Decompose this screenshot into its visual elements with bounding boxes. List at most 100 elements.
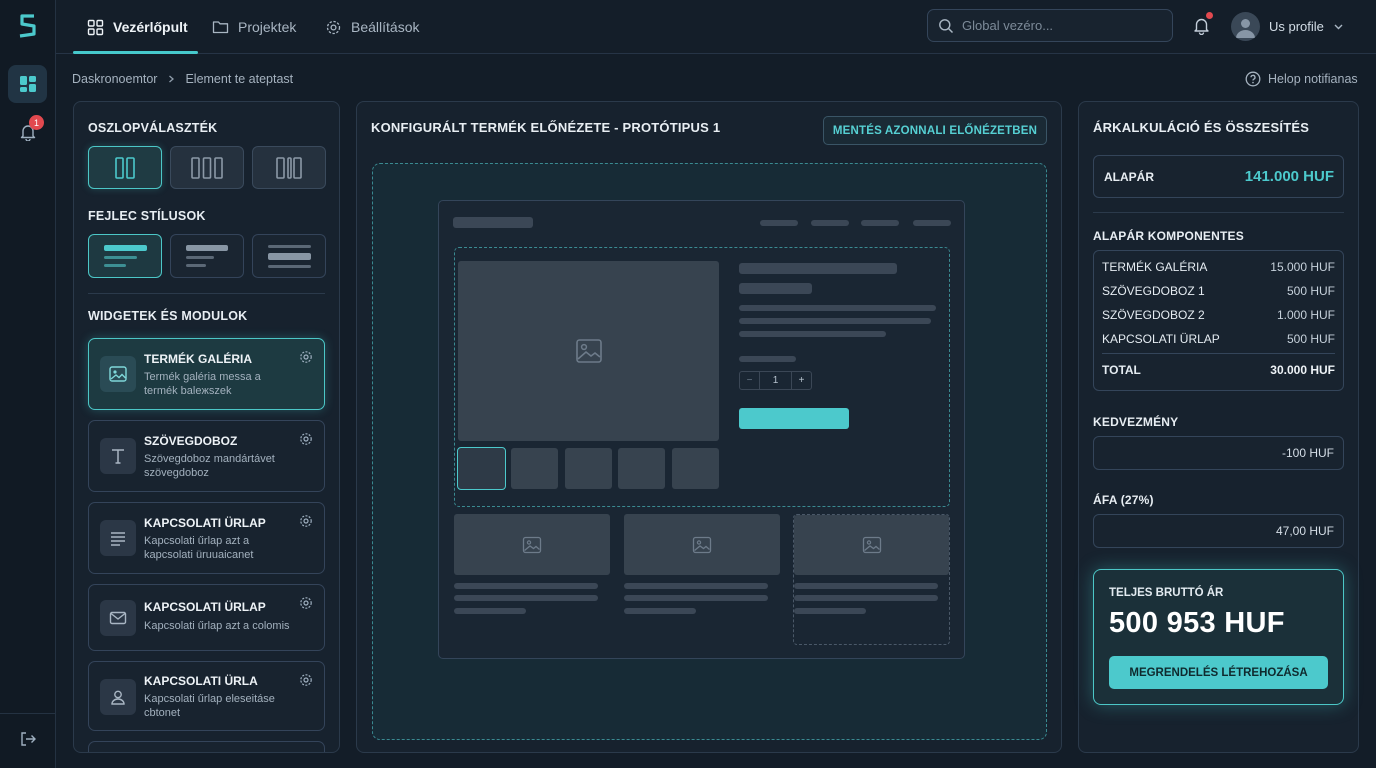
discount-field[interactable]: -100 HUF bbox=[1093, 436, 1344, 470]
chevron-right-icon bbox=[169, 75, 175, 83]
base-price-card: ALAPÁR 141.000 HUF bbox=[1093, 155, 1344, 198]
dashboard-rail-button[interactable] bbox=[8, 65, 47, 103]
mock-thumb bbox=[565, 448, 612, 489]
widget-title: SZÖVEGDOBOZ bbox=[144, 434, 238, 448]
widget-icon-box bbox=[100, 679, 136, 715]
divider bbox=[1093, 212, 1344, 213]
qty-minus: − bbox=[746, 375, 753, 386]
avatar bbox=[1231, 11, 1260, 41]
mock-qty-label bbox=[739, 356, 796, 362]
image-placeholder-icon bbox=[862, 536, 881, 554]
sidebar-columns-icon bbox=[276, 156, 302, 179]
mock-nav-item bbox=[760, 220, 798, 226]
components-title: ALAPÁR KOMPONENTES bbox=[1093, 229, 1244, 243]
mock-text-line bbox=[739, 331, 886, 337]
tab-settings[interactable]: Beállítások bbox=[325, 0, 419, 54]
tab-projects[interactable]: Projektek bbox=[212, 0, 296, 54]
base-price-value: 141.000 HUF bbox=[1244, 168, 1334, 185]
component-value: 500 HUF bbox=[1286, 332, 1335, 346]
active-tab-indicator bbox=[73, 51, 198, 54]
mock-thumb bbox=[511, 448, 558, 489]
image-placeholder-icon bbox=[692, 536, 712, 553]
widget-contact-form-user[interactable]: KAPCSOLATI ÜRLA Kapcsolati űrlap eleseit… bbox=[88, 661, 325, 731]
component-value: 500 HUF bbox=[1286, 284, 1335, 298]
grid-icon bbox=[87, 19, 104, 35]
component-row: TERMÉK GALÉRIA 15.000 HUF bbox=[1102, 260, 1335, 274]
sidebar-column-option[interactable] bbox=[252, 146, 326, 189]
header-styles-title: FEJLEC STÍLUSOK bbox=[88, 209, 206, 223]
header-style-3[interactable] bbox=[252, 234, 326, 278]
mock-text-line bbox=[739, 318, 931, 324]
widget-product-gallery[interactable]: TERMÉK GALÉRIA Termék galéria messa a te… bbox=[88, 338, 325, 410]
profile-label: Us profile bbox=[1269, 18, 1324, 34]
three-column-option[interactable] bbox=[170, 146, 244, 189]
widget-icon-box bbox=[100, 356, 136, 392]
component-row: SZÖVEGDOBOZ 1 500 HUF bbox=[1102, 284, 1335, 298]
mock-thumb bbox=[618, 448, 665, 489]
create-order-button[interactable]: MEGRENDELÉS LÉTREHOZÁSA bbox=[1109, 656, 1328, 689]
help-label: Helop notifianas bbox=[1268, 72, 1358, 86]
widget-icon-box bbox=[100, 520, 136, 556]
widget-title: KAPCSOLATI ÜRLAP bbox=[144, 600, 266, 614]
side-rail: 1 bbox=[0, 0, 56, 768]
mock-nav-item bbox=[913, 220, 951, 226]
component-row: KAPCSOLATI ÜRLAP 500 HUF bbox=[1102, 332, 1335, 346]
component-row: SZÖVEGDOBOZ 2 1.000 HUF bbox=[1102, 308, 1335, 322]
widget-contact-form-mail[interactable]: KAPCSOLATI ÜRLAP Kapcsolati űrlap azt a … bbox=[88, 584, 325, 651]
global-search[interactable] bbox=[927, 9, 1173, 42]
widgets-title: WIDGETEK ÉS MODULOK bbox=[88, 309, 248, 323]
mock-nav-item bbox=[811, 220, 849, 226]
mail-icon bbox=[109, 611, 127, 625]
mock-text-line bbox=[454, 608, 526, 614]
mock-card-image bbox=[624, 514, 780, 575]
header-style-1[interactable] bbox=[88, 234, 162, 278]
total-divider bbox=[1102, 353, 1335, 354]
help-link[interactable]: Helop notifianas bbox=[1245, 70, 1358, 88]
widget-description: Szövegdoboz mandártávet szövegdoboz bbox=[144, 453, 275, 479]
profile-menu[interactable]: Us profile bbox=[1231, 11, 1344, 41]
product-mockup: − 1 + bbox=[438, 200, 965, 659]
header-style-2[interactable] bbox=[170, 234, 244, 278]
form-icon bbox=[111, 532, 125, 546]
header-style-bar bbox=[268, 244, 311, 248]
vat-field[interactable]: 47,00 HUF bbox=[1093, 514, 1344, 548]
gear-icon[interactable] bbox=[299, 514, 313, 528]
widget-description: Kapcsolati űrlap eleseitáse cbtonet bbox=[144, 693, 275, 719]
tab-label: Projektek bbox=[238, 19, 297, 35]
breadcrumb-item[interactable]: Daskronoemtor bbox=[72, 72, 157, 86]
search-input[interactable] bbox=[962, 18, 1162, 33]
gross-total-card: TELJES BRUTTÓ ÁR 500 953 HUF MEGRENDELÉS… bbox=[1093, 569, 1344, 705]
two-column-option[interactable] bbox=[88, 146, 162, 189]
header-style-bar bbox=[104, 264, 126, 267]
gear-icon[interactable] bbox=[299, 596, 313, 610]
tab-label: Beállítások bbox=[351, 19, 420, 35]
image-placeholder-icon bbox=[522, 536, 542, 553]
gear-icon[interactable] bbox=[299, 432, 313, 446]
gear-icon bbox=[326, 20, 341, 34]
widget-description: Kapcsolati űrlap azt a kapcsolati üruuai… bbox=[144, 535, 254, 561]
preview-title: KONFIGURÁLT TERMÉK ELŐNÉZETE - PROTÓTIPU… bbox=[371, 120, 721, 135]
qty-plus: + bbox=[798, 375, 805, 386]
mock-thumb bbox=[672, 448, 719, 489]
save-preview-button[interactable]: MENTÉS AZONNALI ELŐNÉZETBEN bbox=[823, 116, 1047, 145]
tab-dashboard[interactable]: Vezérlőpult bbox=[87, 0, 188, 54]
widget-text-box[interactable]: SZÖVEGDOBOZ Szövegdoboz mandártávet szöv… bbox=[88, 420, 325, 492]
logout-button[interactable] bbox=[8, 720, 47, 758]
gear-icon[interactable] bbox=[299, 350, 313, 364]
component-value: 1.000 HUF bbox=[1276, 308, 1335, 322]
dashboard-icon bbox=[19, 76, 36, 92]
gear-icon[interactable] bbox=[299, 673, 313, 687]
gross-label: TELJES BRUTTÓ ÁR bbox=[1109, 587, 1224, 599]
mock-product-title bbox=[739, 263, 897, 274]
header-style-bar bbox=[268, 264, 311, 268]
breadcrumb-item[interactable]: Element te ateptast bbox=[185, 72, 293, 86]
widget-partial[interactable] bbox=[88, 741, 325, 752]
gross-value: 500 953 HUF bbox=[1109, 607, 1285, 639]
tab-label: Vezérlőpult bbox=[113, 19, 188, 35]
mock-card-image bbox=[454, 514, 610, 575]
folder-icon bbox=[212, 21, 229, 34]
mock-nav-item bbox=[861, 220, 899, 226]
header-style-bar bbox=[104, 245, 147, 251]
widget-contact-form[interactable]: KAPCSOLATI ÜRLAP Kapcsolati űrlap azt a … bbox=[88, 502, 325, 574]
mock-text-line bbox=[454, 583, 598, 589]
